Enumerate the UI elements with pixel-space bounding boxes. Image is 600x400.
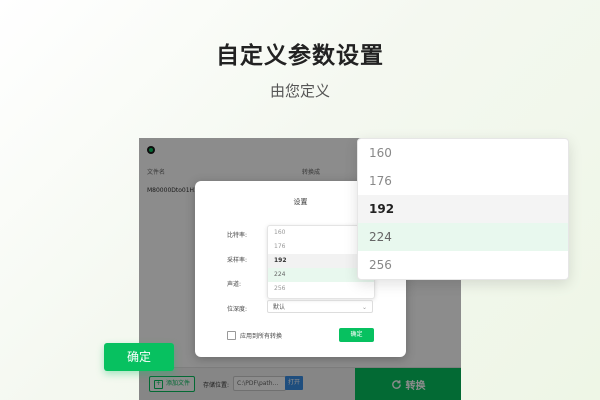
dropdown-option[interactable]: 256	[268, 282, 374, 296]
apply-all-checkbox[interactable]: 应用到所有转换	[227, 331, 282, 340]
page-subtitle: 由您定义	[269, 82, 330, 100]
bitrate-label: 比特率:	[227, 232, 248, 239]
dropdown-option[interactable]: 160	[358, 139, 568, 167]
bitrate-dropdown-callout: 160 176 192 224 256	[357, 138, 569, 280]
channel-label: 声道:	[227, 281, 242, 288]
dialog-ok-button[interactable]: 确定	[339, 328, 374, 342]
sample-rate-label: 采样率:	[227, 257, 248, 264]
dropdown-option-hovered[interactable]: 224	[358, 223, 568, 251]
chevron-down-icon: ⌄	[361, 304, 367, 311]
dropdown-option[interactable]: 256	[358, 251, 568, 279]
dropdown-option-selected[interactable]: 192	[358, 195, 568, 223]
bit-depth-label: 位深度:	[227, 306, 248, 313]
checkbox-icon	[227, 331, 236, 340]
ok-button-callout[interactable]: 确定	[104, 343, 174, 371]
apply-all-label: 应用到所有转换	[240, 333, 283, 340]
bit-depth-select[interactable]: 默认 ⌄	[267, 300, 373, 313]
bit-depth-value: 默认	[273, 304, 286, 311]
dropdown-option[interactable]: 176	[358, 167, 568, 195]
page-title: 自定义参数设置	[216, 43, 384, 69]
